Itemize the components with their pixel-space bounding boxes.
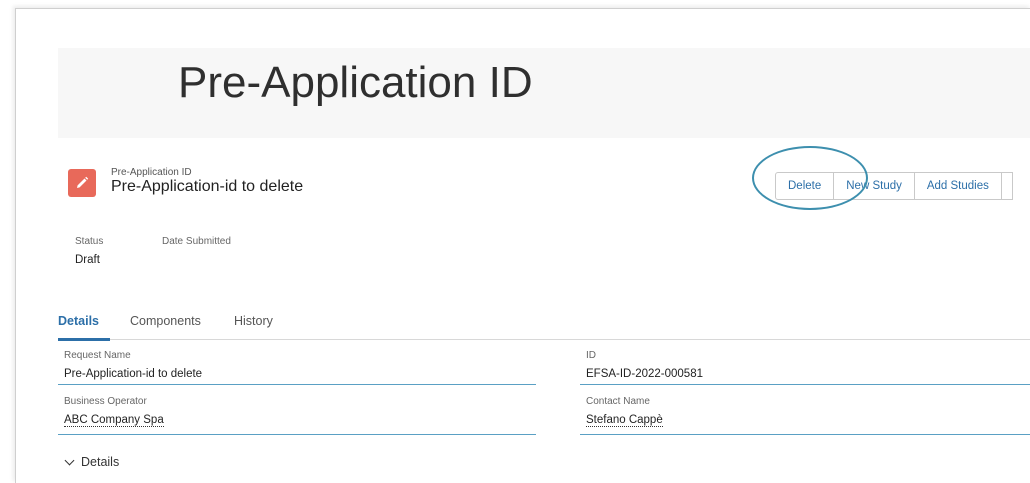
active-tab-indicator xyxy=(58,338,110,341)
status-value: Draft xyxy=(75,254,100,266)
tab-details[interactable]: Details xyxy=(58,314,99,328)
add-studies-button[interactable]: Add Studies xyxy=(913,172,1002,200)
id-value: EFSA-ID-2022-000581 xyxy=(586,368,703,380)
request-name-label: Request Name xyxy=(64,350,131,361)
page-title: Pre-Application ID xyxy=(178,58,533,107)
new-study-button[interactable]: New Study xyxy=(833,172,915,200)
id-label: ID xyxy=(586,350,596,361)
business-operator-divider xyxy=(58,434,536,435)
tab-divider xyxy=(58,339,1030,340)
pencil-icon xyxy=(68,169,96,197)
record-name: Pre-Application-id to delete xyxy=(111,178,304,195)
business-operator-label: Business Operator xyxy=(64,396,147,407)
details-section-label: Details xyxy=(81,455,120,469)
id-divider xyxy=(580,384,1030,385)
page-banner: Pre-Application ID xyxy=(58,48,1030,138)
details-section-toggle[interactable]: Details xyxy=(64,455,119,469)
delete-button[interactable]: Delete xyxy=(775,172,835,200)
action-button-group: Delete New Study Add Studies xyxy=(775,172,1013,200)
record-type-label: Pre-Application ID xyxy=(111,167,192,178)
business-operator-link[interactable]: ABC Company Spa xyxy=(64,414,164,427)
contact-name-divider xyxy=(580,434,1030,435)
request-name-divider xyxy=(58,384,536,385)
contact-name-link[interactable]: Stefano Cappè xyxy=(586,414,663,427)
contact-name-label: Contact Name xyxy=(586,396,650,407)
tab-components[interactable]: Components xyxy=(130,314,201,328)
more-actions-button[interactable] xyxy=(1000,172,1013,200)
request-name-value: Pre-Application-id to delete xyxy=(64,368,203,380)
status-label: Status xyxy=(75,236,104,247)
date-submitted-label: Date Submitted xyxy=(162,236,231,247)
tab-history[interactable]: History xyxy=(234,314,273,328)
chevron-down-icon xyxy=(64,455,75,465)
